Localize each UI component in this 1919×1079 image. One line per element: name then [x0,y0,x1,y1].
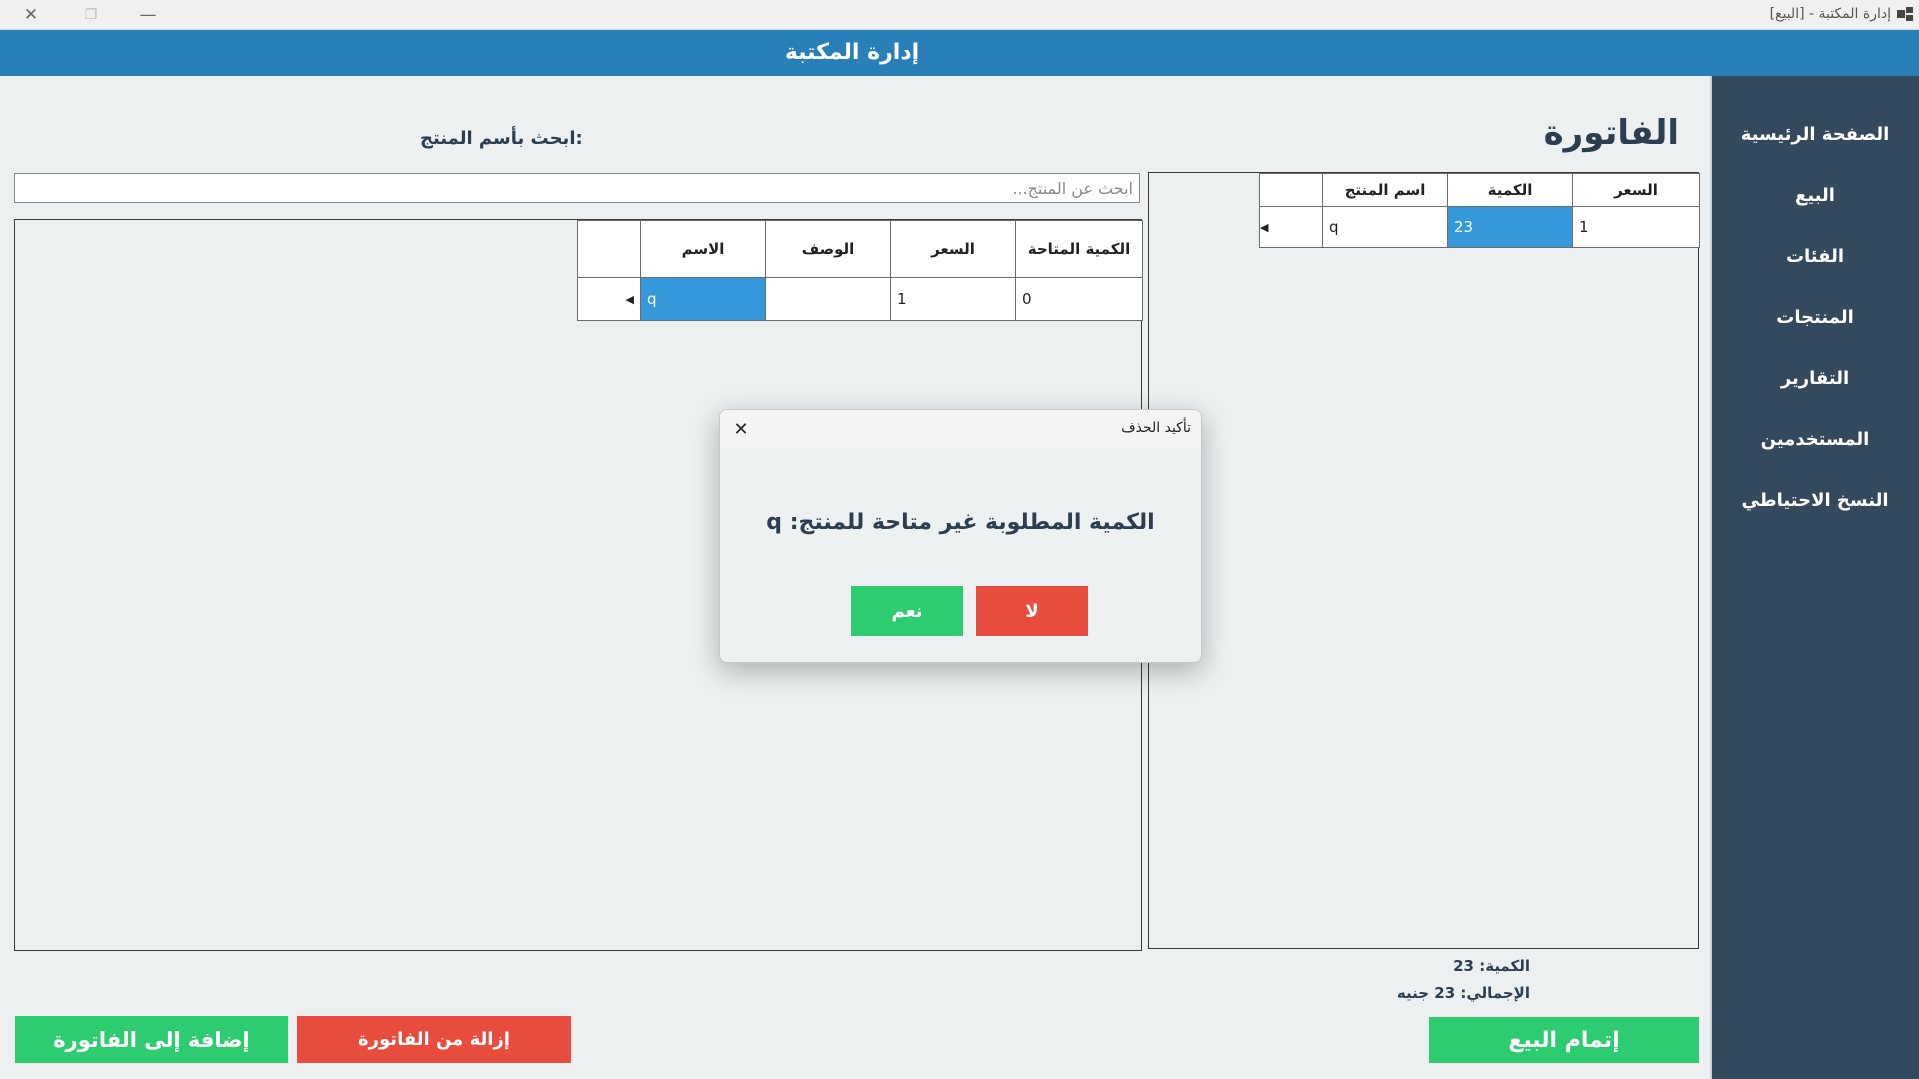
invoice-grid-panel[interactable]: اسم المنتج الكمية السعر ◀ q 23 1 [1148,172,1700,949]
table-header-row: اسم المنتج الكمية السعر [1259,173,1700,207]
table-row[interactable]: ◀ q 23 1 [1259,206,1700,248]
sidebar-item-reports[interactable]: التقارير [1711,348,1919,409]
sidebar-item-products[interactable]: المنتجات [1711,287,1919,348]
column-header-product-name[interactable]: اسم المنتج [1322,173,1448,207]
invoice-title: الفاتورة [1543,113,1679,153]
column-header-available-quantity[interactable]: الكمية المتاحة [1015,220,1143,278]
close-icon: ✕ [23,4,39,25]
cell-price[interactable]: 1 [1572,206,1700,248]
dialog-close-button[interactable]: ✕ [728,416,754,442]
confirm-dialog: تأكيد الحذف ✕ الكمية المطلوبة غير متاحة … [719,409,1202,663]
complete-sale-button[interactable]: إتمام البيع [1429,1017,1699,1063]
summary-total-value: 23 جنيه [1396,984,1456,1002]
dialog-yes-button[interactable]: نعم [851,586,963,636]
invoice-table[interactable]: اسم المنتج الكمية السعر ◀ q 23 1 [1259,173,1700,248]
sidebar-item-users[interactable]: المستخدمين [1711,409,1919,470]
row-header-corner [577,220,641,278]
dialog-titlebar: تأكيد الحذف ✕ [720,410,1201,448]
summary-quantity-label: الكمية: [1479,957,1530,975]
close-icon: ✕ [733,418,749,440]
sidebar-item-home[interactable]: الصفحة الرئيسية [1711,104,1919,165]
cell-available-quantity[interactable]: 0 [1015,277,1143,321]
close-window-button[interactable]: ✕ [8,0,54,29]
sidebar: الصفحة الرئيسية البيع الفئات المنتجات ال… [1711,76,1919,1079]
app-title: إدارة المكتبة [784,40,920,65]
remove-from-invoice-button[interactable]: إزالة من الفاتورة [297,1016,571,1063]
column-header-price[interactable]: السعر [1572,173,1700,207]
column-header-description[interactable]: الوصف [765,220,891,278]
sidebar-item-categories[interactable]: الفئات [1711,226,1919,287]
add-to-invoice-button[interactable]: إضافة إلى الفاتورة [15,1016,288,1063]
dialog-no-button[interactable]: لا [976,586,1088,636]
window-titlebar: ✕ ❐ — إدارة المكتبة - [البيع] [0,0,1919,30]
window-title: إدارة المكتبة - [البيع] [1769,6,1891,22]
column-header-quantity[interactable]: الكمية [1447,173,1573,207]
restore-window-button[interactable]: ❐ [68,0,114,29]
app-icon [1897,7,1913,21]
column-header-price[interactable]: السعر [890,220,1016,278]
cell-name[interactable]: q [640,277,766,321]
summary-total-label: الإجمالي: [1460,984,1530,1002]
summary-quantity: الكمية: 23 [1380,957,1530,975]
search-input[interactable] [14,173,1140,203]
cell-description[interactable] [765,277,891,321]
content-divider [1710,76,1712,1079]
summary-total: الإجمالي: 23 جنيه [1380,984,1530,1002]
minimize-icon: — [139,4,157,25]
products-table[interactable]: الاسم الوصف السعر الكمية المتاحة ◀ q 1 0 [577,220,1143,321]
row-arrow-icon: ◀ [625,292,634,306]
cell-quantity[interactable]: 23 [1447,206,1573,248]
summary-quantity-value: 23 [1453,957,1474,975]
dialog-title: تأكيد الحذف [1121,420,1191,436]
cell-price[interactable]: 1 [890,277,1016,321]
minimize-window-button[interactable]: — [125,0,171,29]
cell-product-name[interactable]: q [1322,206,1448,248]
row-indicator[interactable]: ◀ [577,277,641,321]
app-header: إدارة المكتبة [0,30,1919,76]
sidebar-item-sales[interactable]: البيع [1711,165,1919,226]
row-indicator[interactable]: ◀ [1259,206,1323,248]
row-arrow-icon: ◀ [1260,220,1269,234]
dialog-message: الكمية المطلوبة غير متاحة للمنتج: q [766,510,1155,535]
table-header-row: الاسم الوصف السعر الكمية المتاحة [577,220,1143,278]
sidebar-item-backup[interactable]: النسخ الاحتياطي [1711,470,1919,531]
column-header-name[interactable]: الاسم [640,220,766,278]
search-label: ابحث بأسم المنتج: [420,128,583,149]
restore-icon: ❐ [84,6,98,23]
table-row[interactable]: ◀ q 1 0 [577,277,1143,321]
row-header-corner [1259,173,1323,207]
